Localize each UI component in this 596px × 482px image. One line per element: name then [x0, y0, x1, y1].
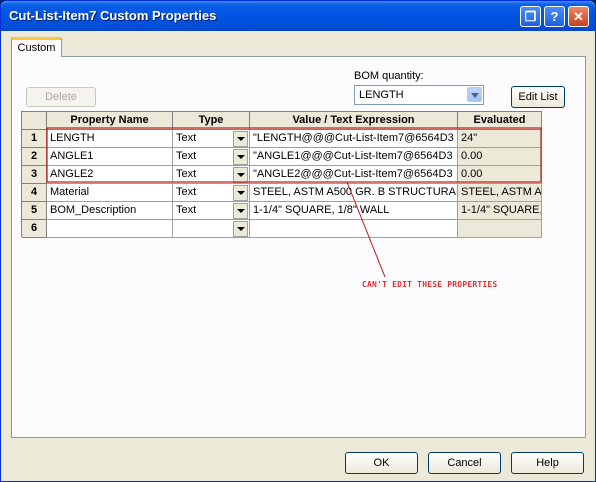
custom-properties-dialog: Cut-List-Item7 Custom Properties ❐ ? ✕ C… [0, 0, 596, 482]
help-button[interactable]: Help [511, 452, 584, 474]
annotation-arrow [346, 181, 386, 278]
ok-button[interactable]: OK [345, 452, 418, 474]
annotation-text: CAN'T EDIT THESE PROPERTIES [362, 280, 498, 289]
highlight-box [46, 127, 542, 183]
annotation-overlay [46, 127, 542, 278]
cancel-button[interactable]: Cancel [428, 452, 501, 474]
tab-custom[interactable]: Custom [11, 37, 62, 57]
